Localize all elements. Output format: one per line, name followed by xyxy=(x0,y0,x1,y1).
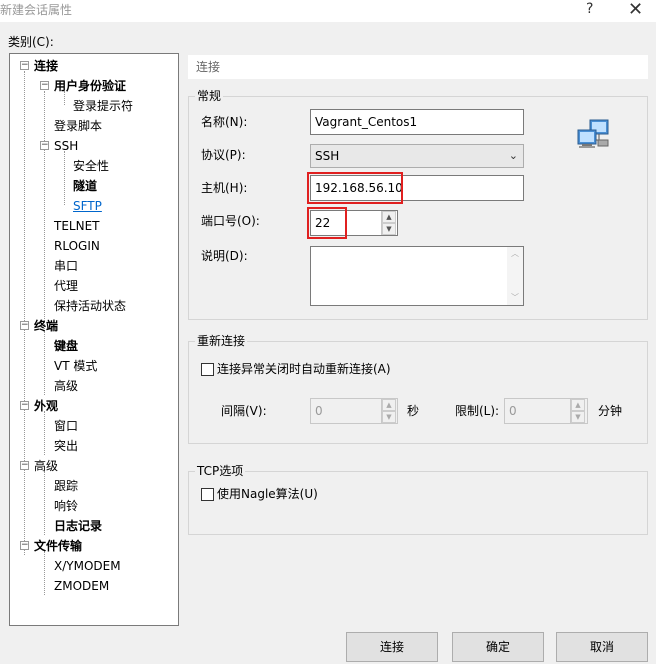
host-label: 主机(H): xyxy=(201,181,248,195)
protocol-value: SSH xyxy=(315,149,340,163)
name-label: 名称(N): xyxy=(201,115,248,129)
spin-down-icon[interactable]: ▼ xyxy=(571,411,585,423)
tree-item-keepalive[interactable]: 保持活动状态 xyxy=(54,297,126,315)
limit-unit: 分钟 xyxy=(598,404,623,418)
collapse-icon[interactable]: − xyxy=(20,321,29,330)
auto-reconnect-label: 连接异常关闭时自动重新连接(A) xyxy=(217,362,391,376)
description-label: 说明(D): xyxy=(201,249,248,263)
cancel-button[interactable]: 取消 xyxy=(556,632,648,662)
tree-item-highlight[interactable]: 突出 xyxy=(54,437,78,455)
tree-item-vt-mode[interactable]: VT 模式 xyxy=(54,357,97,375)
tcp-group-title: TCP选项 xyxy=(195,464,246,478)
spin-up-icon[interactable]: ▲ xyxy=(382,211,396,223)
spin-up-icon[interactable]: ▲ xyxy=(382,399,396,411)
tree-line xyxy=(44,411,45,455)
auto-reconnect-checkbox[interactable] xyxy=(201,363,214,376)
tree-item-login-script[interactable]: 登录脚本 xyxy=(54,117,102,135)
name-field[interactable]: Vagrant_Centos1 xyxy=(310,109,524,135)
tree-item-sftp[interactable]: SFTP xyxy=(73,197,102,215)
tree-item-ssh[interactable]: SSH xyxy=(54,137,78,155)
tree-item-window[interactable]: 窗口 xyxy=(54,417,78,435)
category-label: 类别(C): xyxy=(8,35,54,49)
port-highlight-box xyxy=(307,207,347,239)
tree-item-user-auth[interactable]: 用户身份验证 xyxy=(54,77,126,95)
reconnect-group xyxy=(188,341,648,444)
limit-spinner[interactable]: ▲ ▼ xyxy=(570,399,585,423)
limit-label: 限制(L): xyxy=(455,404,500,418)
port-label: 端口号(O): xyxy=(201,214,260,228)
port-spinner[interactable]: ▲ ▼ xyxy=(381,211,396,235)
collapse-icon[interactable]: − xyxy=(20,61,29,70)
host-highlight-box xyxy=(307,172,403,204)
tree-item-terminal[interactable]: 终端 xyxy=(34,317,58,335)
tree-item-telnet[interactable]: TELNET xyxy=(54,217,100,235)
connect-button[interactable]: 连接 xyxy=(346,632,438,662)
tree-line xyxy=(24,71,25,555)
spin-down-icon[interactable]: ▼ xyxy=(382,223,396,235)
tree-item-rlogin[interactable]: RLOGIN xyxy=(54,237,100,255)
tree-item-terminal-advanced[interactable]: 高级 xyxy=(54,377,78,395)
window-title: 新建会话属性 xyxy=(0,3,73,17)
tree-item-xymodem[interactable]: X/YMODEM xyxy=(54,557,121,575)
scroll-up-icon[interactable]: ︿ xyxy=(507,247,523,261)
nagle-checkbox[interactable] xyxy=(201,488,214,501)
collapse-icon[interactable]: − xyxy=(20,461,29,470)
tree-item-security[interactable]: 安全性 xyxy=(73,157,109,175)
tree-item-serial[interactable]: 串口 xyxy=(54,257,78,275)
tree-item-logging[interactable]: 日志记录 xyxy=(54,517,102,535)
tree-item-advanced[interactable]: 高级 xyxy=(34,457,58,475)
tree-item-proxy[interactable]: 代理 xyxy=(54,277,78,295)
title-bar: 新建会话属性 ? ✕ xyxy=(0,0,656,22)
interval-label: 间隔(V): xyxy=(221,404,267,418)
collapse-icon[interactable]: − xyxy=(40,81,49,90)
collapse-icon[interactable]: − xyxy=(40,141,49,150)
reconnect-group-title: 重新连接 xyxy=(195,334,248,348)
general-group-title: 常规 xyxy=(195,89,224,103)
protocol-select[interactable]: SSH ⌄ xyxy=(310,144,524,168)
interval-unit: 秒 xyxy=(407,404,420,418)
tcp-group xyxy=(188,471,648,535)
protocol-label: 协议(P): xyxy=(201,148,246,162)
tree-item-keyboard[interactable]: 键盘 xyxy=(54,337,78,355)
close-button[interactable]: ✕ xyxy=(628,0,643,20)
interval-spinner[interactable]: ▲ ▼ xyxy=(381,399,396,423)
scroll-down-icon[interactable]: ﹀ xyxy=(507,291,523,305)
tree-item-zmodem[interactable]: ZMODEM xyxy=(54,577,109,595)
chevron-down-icon: ⌄ xyxy=(508,149,518,162)
tree-item-trace[interactable]: 跟踪 xyxy=(54,477,78,495)
tree-line xyxy=(44,91,45,335)
network-computers-icon xyxy=(577,119,609,148)
collapse-icon[interactable]: − xyxy=(20,541,29,550)
description-scrollbar[interactable]: ︿ ﹀ xyxy=(507,247,523,305)
tree-line xyxy=(44,331,45,395)
tree-item-bell[interactable]: 响铃 xyxy=(54,497,78,515)
tree-line xyxy=(64,151,65,205)
spin-up-icon[interactable]: ▲ xyxy=(571,399,585,411)
tree-item-connection[interactable]: 连接 xyxy=(34,57,58,75)
help-button[interactable]: ? xyxy=(586,1,593,17)
collapse-icon[interactable]: − xyxy=(20,401,29,410)
section-header: 连接 xyxy=(188,55,648,79)
tree-item-appearance[interactable]: 外观 xyxy=(34,397,58,415)
tree-item-file-transfer[interactable]: 文件传输 xyxy=(34,537,82,555)
tree-line xyxy=(44,551,45,595)
description-field[interactable]: ︿ ﹀ xyxy=(310,246,524,306)
tree-line xyxy=(44,471,45,535)
category-tree[interactable]: − − − − − − − 连接 用户身份验证 登录提示符 登录脚本 SSH 安… xyxy=(9,53,179,626)
spin-down-icon[interactable]: ▼ xyxy=(382,411,396,423)
ok-button[interactable]: 确定 xyxy=(452,632,544,662)
tree-item-login-prompt[interactable]: 登录提示符 xyxy=(73,97,133,115)
tree-item-tunnel[interactable]: 隧道 xyxy=(73,177,97,195)
nagle-label: 使用Nagle算法(U) xyxy=(217,487,318,501)
